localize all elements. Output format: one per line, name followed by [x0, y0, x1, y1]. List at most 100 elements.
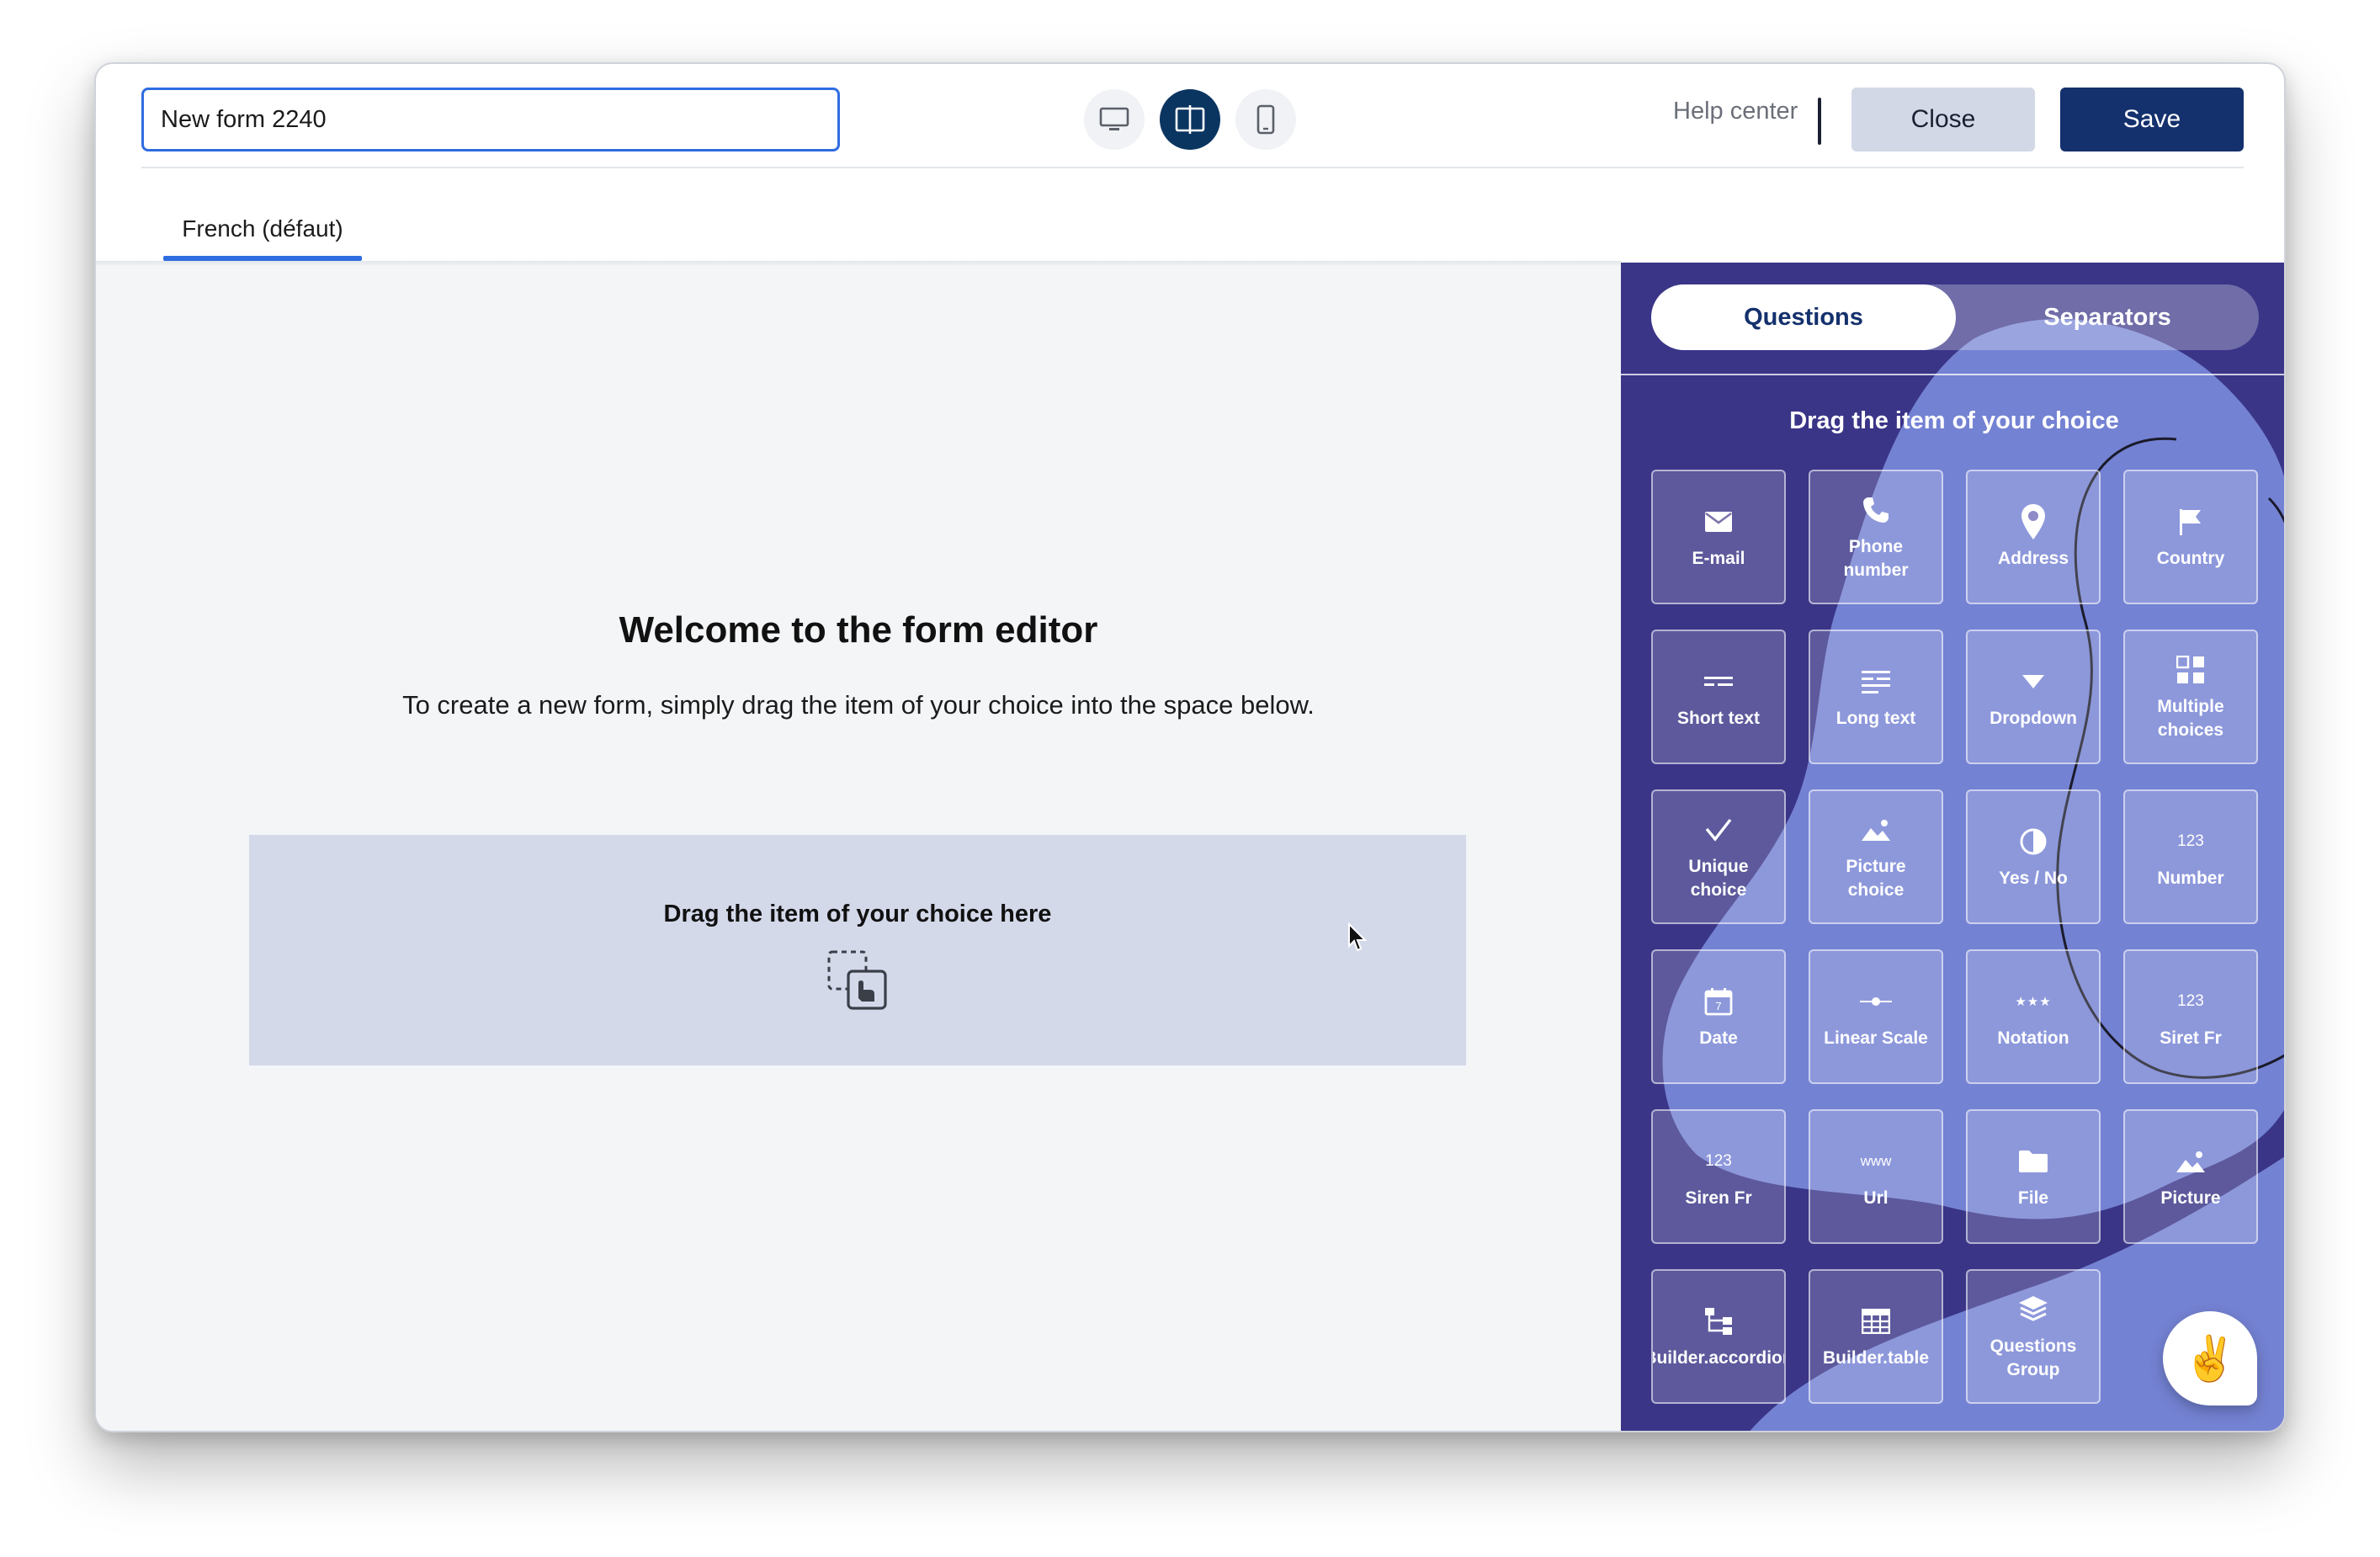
palette-item-label: Short text — [1676, 709, 1760, 728]
half-circle-icon — [2015, 823, 2052, 860]
palette-item-label: Yes / No — [1999, 869, 2068, 888]
palette-item-siret-fr[interactable]: 123 Siret Fr — [2123, 949, 2258, 1084]
palette-item-label: Linear Scale — [1824, 1028, 1928, 1048]
top-bar-divider — [141, 167, 2244, 168]
desktop-view-button[interactable] — [1084, 89, 1145, 150]
mouse-cursor-icon — [1348, 922, 1368, 952]
short-text-icon — [1700, 663, 1737, 700]
caret-down-icon — [2015, 663, 2052, 700]
welcome-title: Welcome to the form editor — [619, 609, 1098, 651]
layers-icon — [2015, 1291, 2052, 1328]
palette-item-notation[interactable]: ★★★ Notation — [1966, 949, 2101, 1084]
envelope-icon — [1700, 503, 1737, 540]
www-icon: www — [1860, 1153, 1892, 1169]
palette-item-picture[interactable]: Picture — [2123, 1109, 2258, 1244]
palette-item-label: Picture — [2160, 1188, 2221, 1208]
tabs-shadow — [96, 261, 1621, 266]
drag-drop-icon — [827, 950, 887, 1010]
palette-item-questions-group[interactable]: Questions Group — [1966, 1269, 2101, 1404]
palette-item-label: Unique choice — [1688, 857, 1749, 900]
close-button[interactable]: Close — [1851, 88, 2035, 151]
palette-item-label: Phone number — [1843, 537, 1909, 580]
folder-icon — [2015, 1143, 2052, 1180]
checkmark-icon — [1700, 811, 1737, 848]
calendar-icon: 7 — [1700, 983, 1737, 1020]
desktop-icon — [1099, 107, 1129, 130]
welcome-subtitle: To create a new form, simply drag the it… — [402, 690, 1315, 720]
palette-item-siren-fr[interactable]: 123 Siren Fr — [1651, 1109, 1786, 1244]
palette-heading: Drag the item of your choice — [1789, 407, 2119, 434]
palette-item-label: Siren Fr — [1685, 1188, 1752, 1208]
number-icon: 123 — [1705, 1152, 1732, 1170]
palette-item-label: Address — [1997, 549, 2069, 568]
palette-item-builder-table[interactable]: Builder.table — [1809, 1269, 1943, 1404]
tab-language-french[interactable]: French (défaut) — [163, 215, 362, 261]
drop-zone-label: Drag the item of your choice here — [663, 901, 1052, 927]
palette-item-builder-accordion[interactable]: Builder.accordion — [1651, 1269, 1786, 1404]
flag-icon — [2172, 503, 2209, 540]
number-icon: 123 — [2177, 992, 2204, 1010]
palette-item-picture-choice[interactable]: Picture choice — [1809, 789, 1943, 924]
palette-item-label: Questions Group — [1990, 1336, 2077, 1379]
palette-item-linear-scale[interactable]: Linear Scale — [1809, 949, 1943, 1084]
palette-item-yes-no[interactable]: Yes / No — [1966, 789, 2101, 924]
palette-item-label: Dropdown — [1990, 709, 2077, 728]
palette-item-label: Number — [2157, 869, 2224, 888]
palette-item-label: Date — [1699, 1028, 1738, 1048]
tab-separators[interactable]: Separators — [1956, 284, 2259, 350]
palette-item-country[interactable]: Country — [2123, 470, 2258, 604]
form-title-input[interactable] — [141, 88, 840, 151]
palette-item-label: Country — [2156, 549, 2225, 568]
palette-item-label: File — [2017, 1188, 2049, 1208]
phone-icon — [1857, 492, 1894, 529]
palette-item-label: Siret Fr — [2160, 1028, 2222, 1048]
save-button[interactable]: Save — [2060, 88, 2244, 151]
mobile-icon — [1256, 104, 1275, 135]
split-view-icon — [1175, 105, 1205, 134]
top-bar: Help center Close Save — [96, 64, 2284, 168]
drop-zone[interactable]: Drag the item of your choice here — [249, 835, 1466, 1065]
palette-item-dropdown[interactable]: Dropdown — [1966, 630, 2101, 764]
palette-item-number[interactable]: 123 Number — [2123, 789, 2258, 924]
form-canvas: Welcome to the form editor To create a n… — [96, 263, 1621, 1431]
palette-item-email[interactable]: E-mail — [1651, 470, 1786, 604]
palette-item-url[interactable]: www Url — [1809, 1109, 1943, 1244]
palette-item-multiple-choices[interactable]: Multiple choices — [2123, 630, 2258, 764]
item-palette-sidebar: Questions Separators Drag the item of yo… — [1621, 263, 2284, 1431]
palette-item-label: Builder.table — [1822, 1348, 1930, 1368]
tab-questions[interactable]: Questions — [1651, 284, 1956, 350]
palette-item-label: Long text — [1835, 709, 1916, 728]
palette-item-label: Multiple choices — [2157, 697, 2224, 740]
tree-icon — [1700, 1303, 1737, 1340]
stars-icon: ★★★ — [2015, 995, 2052, 1009]
number-icon: 123 — [2177, 832, 2204, 850]
assistant-button[interactable]: ✌️ — [2163, 1311, 2257, 1406]
palette-item-label: Builder.accordion — [1651, 1348, 1786, 1368]
palette-item-date[interactable]: 7 Date — [1651, 949, 1786, 1084]
peace-hand-icon: ✌️ — [2182, 1334, 2238, 1384]
location-pin-icon — [2015, 503, 2052, 540]
palette-item-file[interactable]: File — [1966, 1109, 2101, 1244]
picture-icon — [2172, 1143, 2209, 1180]
palette-item-label: Picture choice — [1846, 857, 1906, 900]
calendar-day-glyph: 7 — [1715, 1000, 1722, 1012]
form-editor-window: Help center Close Save French (défaut) W… — [94, 62, 2286, 1432]
tab-language-label: French (défaut) — [182, 215, 343, 242]
palette-item-label: Notation — [1997, 1028, 2069, 1048]
help-center-link[interactable]: Help center — [1673, 98, 1798, 125]
header-divider — [1818, 98, 1821, 145]
mobile-view-button[interactable] — [1235, 89, 1296, 150]
palette-item-short-text[interactable]: Short text — [1651, 630, 1786, 764]
palette-item-label: Url — [1863, 1188, 1889, 1208]
sidebar-divider — [1621, 374, 2284, 375]
grid-choices-icon — [2172, 651, 2209, 688]
linear-scale-icon — [1857, 983, 1894, 1020]
split-view-button[interactable] — [1160, 89, 1220, 150]
palette-item-long-text[interactable]: Long text — [1809, 630, 1943, 764]
picture-icon — [1857, 811, 1894, 848]
palette-item-phone-number[interactable]: Phone number — [1809, 470, 1943, 604]
palette-item-address[interactable]: Address — [1966, 470, 2101, 604]
palette-item-unique-choice[interactable]: Unique choice — [1651, 789, 1786, 924]
long-text-icon — [1857, 663, 1894, 700]
palette-item-label: E-mail — [1692, 549, 1745, 568]
